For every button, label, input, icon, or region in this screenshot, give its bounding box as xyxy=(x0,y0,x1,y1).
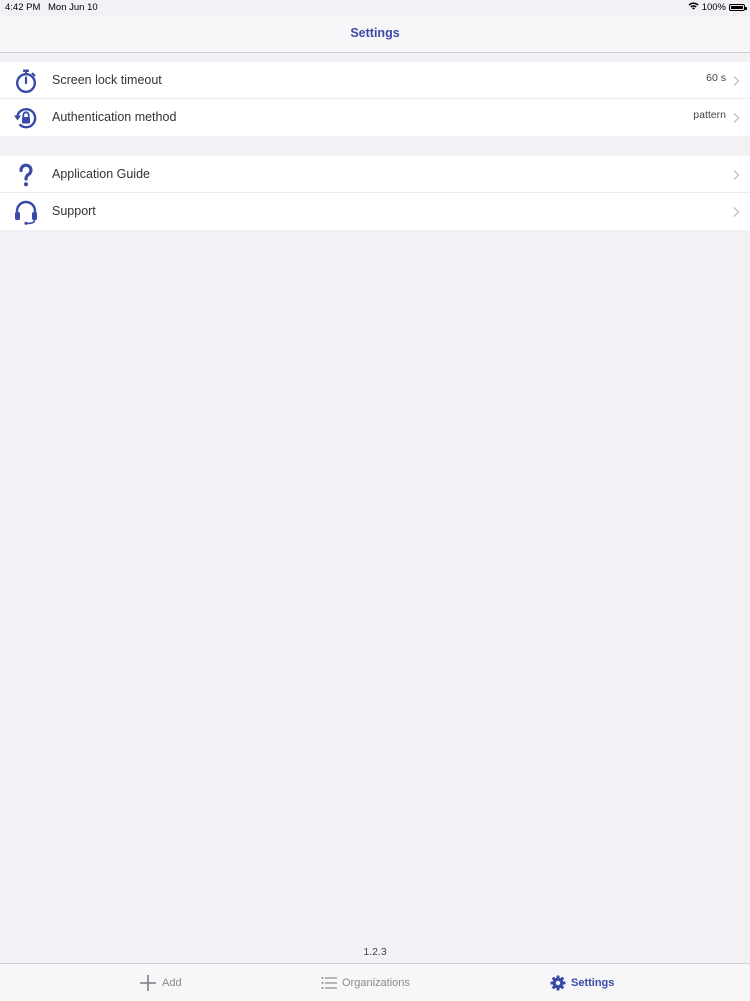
row-label: Application Guide xyxy=(52,167,150,181)
gear-icon xyxy=(550,975,566,991)
plus-icon xyxy=(139,974,157,992)
chevron-right-icon xyxy=(732,74,740,87)
stopwatch-icon xyxy=(13,68,39,94)
row-label: Support xyxy=(52,204,96,218)
tab-bar: Add Organizations Settings xyxy=(0,963,750,1001)
support-row[interactable]: Support xyxy=(0,193,750,230)
row-label: Authentication method xyxy=(52,110,177,124)
tab-organizations[interactable]: Organizations xyxy=(321,964,410,1001)
status-time: 4:42 PM xyxy=(5,2,41,13)
tab-label: Settings xyxy=(571,976,615,989)
screen-lock-timeout-row[interactable]: Screen lock timeout 60 s xyxy=(0,62,750,99)
app-version: 1.2.3 xyxy=(363,946,387,958)
headset-icon xyxy=(13,199,39,225)
row-value: pattern xyxy=(693,109,726,121)
settings-group-security: Screen lock timeout 60 s Authentication … xyxy=(0,62,750,136)
row-label: Screen lock timeout xyxy=(52,73,162,87)
tab-add[interactable]: Add xyxy=(139,964,182,1001)
application-guide-row[interactable]: Application Guide xyxy=(0,156,750,193)
tab-label: Organizations xyxy=(342,976,410,989)
status-indicators: 100% xyxy=(688,2,747,13)
question-icon xyxy=(13,162,39,188)
authentication-method-row[interactable]: Authentication method pattern xyxy=(0,99,750,136)
status-date: Mon Jun 10 xyxy=(48,2,98,13)
row-value: 60 s xyxy=(706,72,726,84)
tab-label: Add xyxy=(162,976,182,989)
wifi-icon xyxy=(688,2,699,13)
battery-icon xyxy=(729,4,747,11)
list-icon xyxy=(321,976,337,990)
lock-refresh-icon xyxy=(13,105,39,131)
page-title: Settings xyxy=(350,26,400,40)
chevron-right-icon xyxy=(732,168,740,181)
battery-percent: 100% xyxy=(701,2,726,13)
tab-settings[interactable]: Settings xyxy=(550,964,614,1001)
status-bar: 4:42 PM Mon Jun 10 100% xyxy=(0,0,750,16)
chevron-right-icon xyxy=(732,205,740,218)
settings-group-help: Application Guide Support xyxy=(0,156,750,230)
chevron-right-icon xyxy=(732,111,740,124)
navigation-bar: Settings xyxy=(0,16,750,53)
